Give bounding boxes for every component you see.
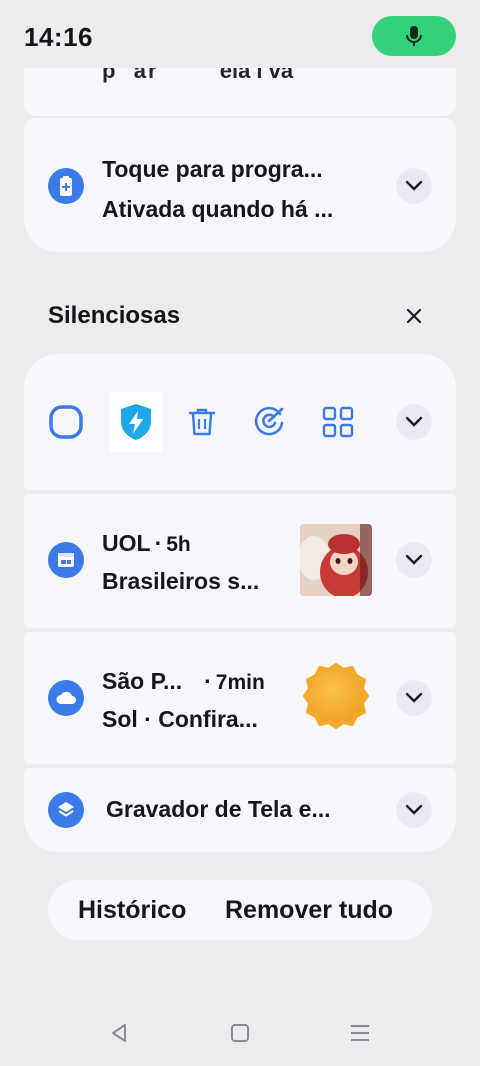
expand-screen-recorder-button[interactable] bbox=[396, 792, 432, 828]
uol-time: 5h bbox=[166, 533, 191, 556]
sun-badge-icon bbox=[302, 662, 370, 730]
battery-notification-subtitle: Ativada quando há ... bbox=[102, 196, 334, 222]
expand-battery-button[interactable] bbox=[396, 168, 432, 204]
battery-plus-icon bbox=[48, 168, 84, 204]
weather-notification-header: São P... · 7min bbox=[102, 668, 265, 695]
navigation-bar bbox=[0, 1000, 480, 1066]
chevron-down-icon bbox=[405, 804, 423, 815]
target-icon[interactable] bbox=[252, 404, 286, 438]
back-icon[interactable] bbox=[104, 1018, 134, 1048]
separator-dot: · bbox=[204, 668, 212, 694]
chevron-down-icon bbox=[405, 416, 423, 427]
uol-notification-text: Brasileiros s... bbox=[102, 568, 260, 594]
expand-uol-button[interactable] bbox=[396, 542, 432, 578]
status-clock: 14:16 bbox=[24, 22, 93, 52]
uol-notification-card[interactable]: UOL · 5h Brasileiros s... bbox=[24, 494, 456, 628]
uol-app-name: UOL bbox=[102, 530, 151, 556]
grid-icon[interactable] bbox=[322, 406, 354, 438]
chevron-down-icon bbox=[405, 180, 423, 191]
bottom-actions-bar: Histórico Remover tudo bbox=[48, 880, 432, 940]
weather-notification-card[interactable]: São P... · 7min Sol · Confira... bbox=[24, 632, 456, 764]
cut-notification-text: p ar ela i va bbox=[102, 68, 294, 83]
remove-all-button[interactable]: Remover tudo bbox=[225, 880, 393, 940]
weather-notification-text: Sol · Confira... bbox=[102, 706, 258, 732]
expand-quick-actions-button[interactable] bbox=[396, 404, 432, 440]
uol-thumbnail-image bbox=[300, 524, 372, 596]
chevron-down-icon bbox=[405, 692, 423, 703]
calendar-icon bbox=[48, 542, 84, 578]
weather-time: 7min bbox=[215, 671, 265, 694]
home-icon[interactable] bbox=[225, 1018, 255, 1048]
shield-bolt-icon[interactable] bbox=[110, 392, 162, 452]
trash-icon[interactable] bbox=[186, 406, 218, 438]
separator-dot: · bbox=[154, 530, 163, 556]
previous-notification-card[interactable]: p ar ela i va bbox=[24, 68, 456, 116]
screen-recorder-title: Gravador de Tela e... bbox=[106, 796, 331, 822]
mic-indicator[interactable] bbox=[372, 16, 456, 56]
screen-recorder-notification-card[interactable]: Gravador de Tela e... bbox=[24, 768, 456, 852]
layers-icon bbox=[48, 792, 84, 828]
weather-app-name: São P... bbox=[102, 668, 183, 694]
status-bar: 14:16 bbox=[0, 0, 480, 72]
square-icon[interactable] bbox=[48, 404, 84, 440]
silent-section-title: Silenciosas bbox=[48, 302, 181, 329]
cloud-icon bbox=[48, 680, 84, 716]
chevron-down-icon bbox=[405, 554, 423, 565]
battery-notification-card[interactable]: Toque para progra... Ativada quando há .… bbox=[24, 118, 456, 252]
battery-notification-title: Toque para progra... bbox=[102, 156, 323, 182]
quick-actions-card bbox=[24, 354, 456, 490]
expand-weather-button[interactable] bbox=[396, 680, 432, 716]
close-icon[interactable] bbox=[402, 304, 426, 328]
history-button[interactable]: Histórico bbox=[78, 880, 186, 940]
uol-notification-header: UOL · 5h bbox=[102, 530, 191, 557]
menu-icon[interactable] bbox=[345, 1018, 375, 1048]
mic-icon bbox=[406, 26, 422, 46]
